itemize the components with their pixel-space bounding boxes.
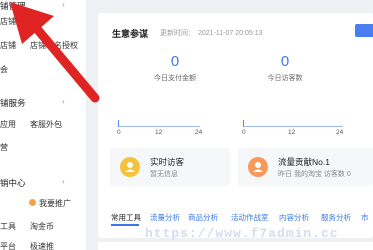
new-dot-icon <box>29 199 36 206</box>
axis-tick-label: 24 <box>336 129 344 136</box>
sidebar-item[interactable]: 工具 <box>0 221 16 232</box>
axis-tick-label: 0 <box>242 129 246 136</box>
metric-label-payment: 今日支付金额 <box>154 75 196 82</box>
tab-content-analysis[interactable]: 内容分析 <box>279 212 309 223</box>
chart-axis-cap <box>243 120 244 127</box>
tab-market[interactable]: 市 <box>361 212 369 223</box>
info-title: 流量贡献No.1 <box>278 157 330 167</box>
chart-axis-cap <box>118 120 119 127</box>
tab-traffic-analysis[interactable]: 流量分析 <box>150 212 180 223</box>
axis-tick-label: 12 <box>155 129 163 136</box>
badge[interactable] <box>355 24 373 37</box>
tab-campaign-room[interactable]: 活动作战室 <box>231 212 269 223</box>
sidebar-item-taojinbi[interactable]: 淘金币 <box>30 221 54 232</box>
axis-tick-label: 0 <box>117 129 121 136</box>
axis-tick-label: 12 <box>288 129 296 136</box>
info-subtitle: 昨日 我的淘宝 访客数 0 <box>278 171 351 178</box>
chart-axis <box>118 126 200 127</box>
sidebar-item[interactable]: 应用 <box>0 119 16 130</box>
metric-label-visitors: 今日访客数 <box>267 75 303 82</box>
annotation-arrow-icon <box>10 2 100 103</box>
next-card-edge <box>98 242 373 250</box>
watermark: https://www.f7admin.cc <box>145 226 339 241</box>
tab-service-analysis[interactable]: 服务分析 <box>321 212 351 223</box>
realtime-visitors-box[interactable]: 实时访客 暂无信息 <box>110 148 230 186</box>
sidebar-section-marketing[interactable]: 销中心 <box>0 177 26 189</box>
metric-value-visitors: 0 <box>280 53 290 70</box>
info-subtitle: 暂无信息 <box>150 171 178 178</box>
active-tab-indicator <box>111 224 139 226</box>
sidebar-item[interactable]: 营 <box>0 142 8 153</box>
sidebar-item[interactable]: 平台 <box>0 241 16 250</box>
tab-product-analysis[interactable]: 商品分析 <box>188 212 218 223</box>
chevron-right-icon[interactable]: › <box>62 177 65 186</box>
update-time: 更新时间： 2021-11-07 20:05:13 <box>160 30 263 37</box>
metric-value-payment: 0 <box>170 53 180 70</box>
tab-common-tools[interactable]: 常用工具 <box>111 212 141 223</box>
sidebar-item-customer-service[interactable]: 客服外包 <box>30 119 62 130</box>
chart-axis <box>243 126 343 127</box>
sidebar-item-promote[interactable]: 我要推广 <box>39 198 71 209</box>
business-advisor-card: 生意参谋 更新时间： 2021-11-07 20:05:13 0 今日支付金额 0… <box>98 13 373 238</box>
axis-tick-label: 24 <box>195 129 203 136</box>
user-icon <box>120 157 140 177</box>
info-title: 实时访客 <box>150 157 185 167</box>
sidebar-item-express-push[interactable]: 极速推 <box>30 241 54 250</box>
user-icon <box>248 157 268 177</box>
traffic-contribution-box[interactable]: 流量贡献No.1 昨日 我的淘宝 访客数 0 <box>238 148 373 186</box>
